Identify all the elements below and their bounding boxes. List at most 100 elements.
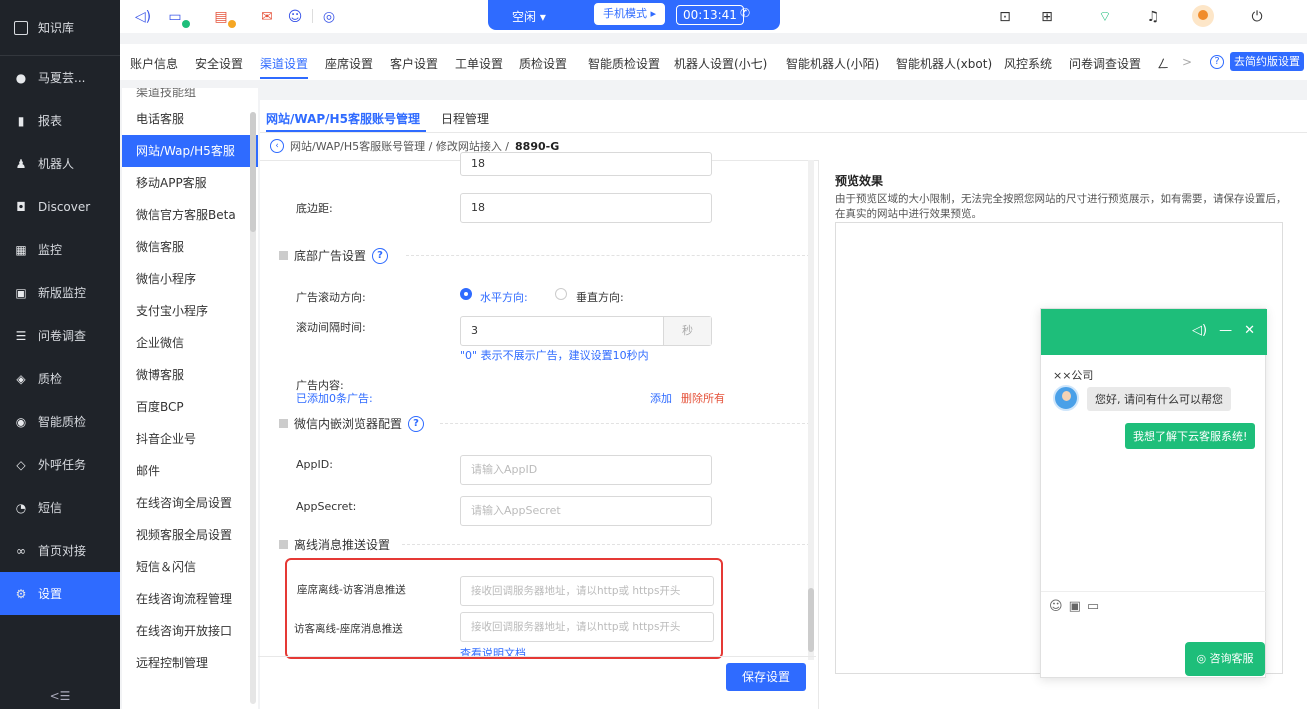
vertical-radio-label[interactable]: 垂直方向:: [576, 289, 624, 305]
message-icon[interactable]: ◎: [320, 8, 338, 26]
help-icon[interactable]: ?: [1210, 55, 1224, 69]
add-ad-link[interactable]: 添加: [650, 390, 672, 406]
notes-icon[interactable]: ⊞: [1038, 8, 1056, 26]
sidebar-item-sms[interactable]: ◔ 短信: [0, 486, 120, 529]
consult-agent-button[interactable]: ◎ 咨询客服: [1185, 642, 1265, 676]
channel-item[interactable]: 百度BCP: [122, 391, 258, 423]
channel-item[interactable]: 在线咨询流程管理: [122, 583, 258, 615]
settings-tab[interactable]: 账户信息: [130, 55, 178, 72]
status-dropdown[interactable]: 空闲 ▾: [512, 8, 546, 25]
help-icon[interactable]: ?: [372, 247, 389, 264]
collapse-sidebar-button[interactable]: <☰: [0, 689, 120, 703]
channel-item[interactable]: 渠道技能组: [122, 88, 258, 103]
settings-tab[interactable]: 安全设置: [195, 55, 243, 72]
channel-item[interactable]: 抖音企业号: [122, 423, 258, 455]
image-icon[interactable]: ▣: [1069, 599, 1081, 614]
tab-web-accounts[interactable]: 网站/WAP/H5客服账号管理: [266, 110, 420, 127]
channel-item[interactable]: 企业微信: [122, 327, 258, 359]
channel-item[interactable]: 支付宝小程序: [122, 295, 258, 327]
channel-item[interactable]: 微信官方客服Beta: [122, 199, 258, 231]
channel-item[interactable]: 视频客服全局设置: [122, 519, 258, 551]
simple-version-button[interactable]: 去简约版设置: [1230, 52, 1304, 71]
help-icon[interactable]: ?: [408, 415, 425, 432]
settings-tab[interactable]: 智能机器人(xbot): [896, 55, 992, 72]
settings-tab[interactable]: 座席设置: [325, 55, 373, 72]
sidebar-item-label: 设置: [38, 587, 63, 601]
tab-schedule[interactable]: 日程管理: [441, 110, 489, 127]
settings-tab[interactable]: 渠道设置: [260, 55, 308, 72]
phone-mode-button[interactable]: 手机模式 ▸: [594, 3, 666, 25]
settings-tab[interactable]: 工单设置: [455, 55, 503, 72]
sidebar-item-shield[interactable]: ◈ 质检: [0, 357, 120, 400]
bottom-margin-label: 底边距:: [296, 202, 333, 215]
speaker-icon[interactable]: ◁): [134, 8, 152, 26]
channel-item[interactable]: 在线咨询开放接口: [122, 615, 258, 647]
settings-tab[interactable]: 风控系统: [1004, 55, 1052, 72]
sidebar-item-discover[interactable]: ◘ Discover: [0, 185, 120, 228]
chat-company-name: ××公司: [1053, 369, 1094, 382]
channel-item[interactable]: 远程控制管理: [122, 647, 258, 679]
emoji-icon[interactable]: ☺: [1049, 599, 1063, 614]
sidebar-item-screen[interactable]: ▣ 新版监控: [0, 271, 120, 314]
phone-icon[interactable]: ✆: [740, 6, 750, 20]
save-settings-button[interactable]: 保存设置: [726, 663, 806, 691]
channel-item[interactable]: 网站/Wap/H5客服: [122, 135, 258, 167]
back-icon[interactable]: ‹: [270, 139, 284, 153]
sidebar-item-monitor[interactable]: ▦ 监控: [0, 228, 120, 271]
top-margin-input[interactable]: 18: [460, 152, 712, 176]
appid-input[interactable]: 请输入AppID: [460, 455, 712, 485]
sidebar-item-smart-check[interactable]: ◉ 智能质检: [0, 400, 120, 443]
vertical-radio[interactable]: [555, 288, 567, 300]
form-scrollbar[interactable]: [808, 160, 814, 660]
settings-tab[interactable]: 客户设置: [390, 55, 438, 72]
tabs-more-arrow[interactable]: >: [1182, 55, 1192, 69]
section-marker: [279, 540, 288, 549]
sidebar-item-layers[interactable]: ◇ 外呼任务: [0, 443, 120, 486]
monitor-icon: ▦: [15, 242, 27, 257]
settings-tab[interactable]: 机器人设置(小七): [674, 55, 767, 72]
settings-tab[interactable]: 智能机器人(小陌): [786, 55, 879, 72]
email-icon[interactable]: ✉: [258, 8, 276, 26]
power-icon[interactable]: ⏻: [1248, 8, 1266, 26]
chat-close-icon[interactable]: ✕: [1244, 323, 1255, 338]
appsecret-input[interactable]: 请输入AppSecret: [460, 496, 712, 526]
settings-tab[interactable]: 质检设置: [519, 55, 567, 72]
contacts-icon[interactable]: ☺: [286, 8, 304, 26]
channel-sidebar-scrollbar[interactable]: [250, 112, 256, 704]
chat-minimize-icon[interactable]: —: [1219, 323, 1232, 338]
channel-item[interactable]: 电话客服: [122, 103, 258, 135]
avatar[interactable]: [1192, 5, 1214, 27]
settings-tab[interactable]: 问卷调查设置: [1069, 55, 1141, 72]
delete-all-ads-link[interactable]: 删除所有: [681, 390, 725, 406]
ad-interval-input[interactable]: 3 秒: [460, 316, 712, 346]
screen-icon: ▣: [15, 285, 27, 300]
horizontal-radio[interactable]: [460, 288, 472, 300]
channel-item[interactable]: 微信小程序: [122, 263, 258, 295]
wifi-icon: ⌔: [1098, 9, 1112, 25]
sidebar-item-link[interactable]: ∞ 首页对接: [0, 529, 120, 572]
settings-tab[interactable]: 智能质检设置: [588, 55, 660, 72]
cloud-icon[interactable]: ⊡: [996, 8, 1014, 26]
channel-item[interactable]: 邮件: [122, 455, 258, 487]
settings-tab-bar: 账户信息 安全设置 渠道设置 座席设置 客户设置 工单设置 质检设置 智能质检设置 机器人设置(…: [120, 44, 1307, 80]
chat-sound-icon[interactable]: ◁): [1192, 323, 1207, 338]
sidebar-item-robot[interactable]: ♟ 机器人: [0, 142, 120, 185]
sidebar-item-survey[interactable]: ☰ 问卷调查: [0, 314, 120, 357]
sms-icon: ◔: [15, 500, 27, 515]
channel-item[interactable]: 移动APP客服: [122, 167, 258, 199]
folder-icon[interactable]: ▭: [1087, 599, 1099, 614]
settings-tab[interactable]: ㄥ: [1157, 55, 1169, 72]
sidebar-item-bar-chart[interactable]: ▮ 报表: [0, 99, 120, 142]
sidebar-item-label: Discover: [38, 199, 91, 214]
channel-item[interactable]: 微信客服: [122, 231, 258, 263]
sidebar-item-user-dot[interactable]: ● 马夏芸...: [0, 56, 120, 99]
bell-icon[interactable]: ♫: [1144, 8, 1162, 26]
channel-item[interactable]: 短信＆闪信: [122, 551, 258, 583]
call-timer-value: 00:13:41: [683, 8, 737, 22]
bottom-margin-input[interactable]: 18: [460, 193, 712, 223]
channel-item[interactable]: 在线咨询全局设置: [122, 487, 258, 519]
channel-item[interactable]: 微博客服: [122, 359, 258, 391]
horizontal-radio-label[interactable]: 水平方向:: [480, 289, 528, 305]
knowledge-base-link[interactable]: 知识库: [0, 0, 120, 55]
sidebar-item-gear[interactable]: ⚙ 设置: [0, 572, 120, 615]
